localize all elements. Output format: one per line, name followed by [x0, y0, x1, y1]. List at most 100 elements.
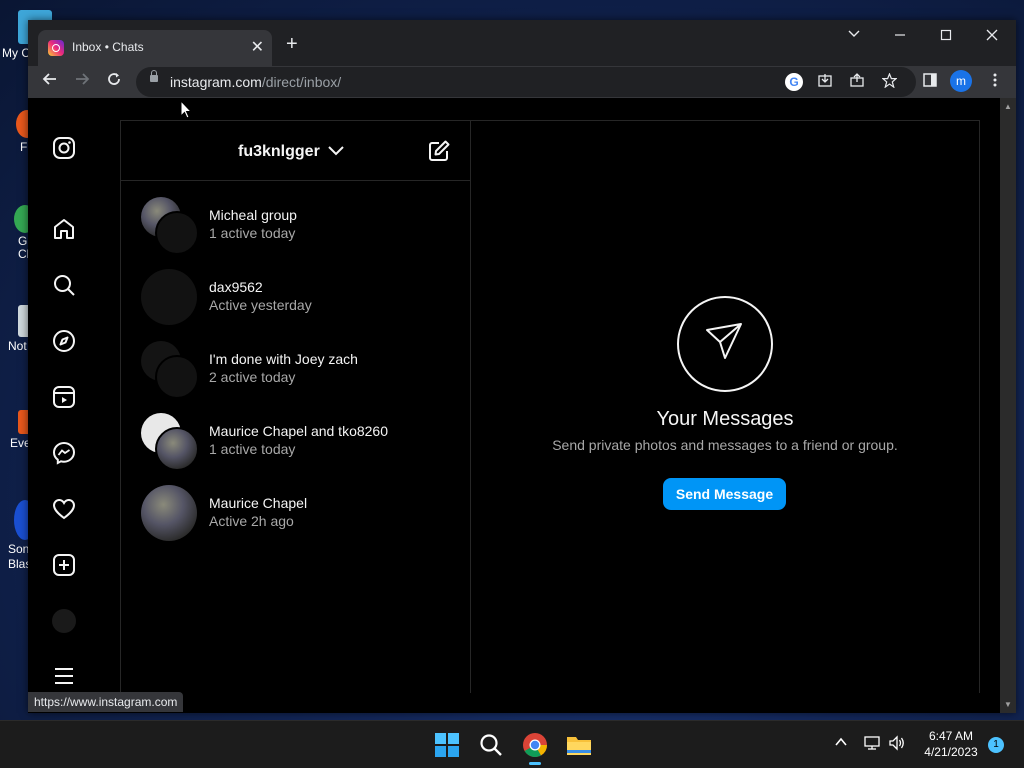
message-detail-pane: Your Messages Send private photos and me… [471, 121, 979, 693]
page-scrollbar[interactable]: ▲ ▼ [1000, 98, 1016, 713]
thread-row[interactable]: dax9562 Active yesterday [121, 253, 470, 325]
share-icon[interactable] [848, 73, 866, 91]
search-icon[interactable] [478, 732, 504, 758]
browser-toolbar: instagram.com/direct/inbox/ G m [28, 66, 1016, 98]
link-status-bar: https://www.instagram.com [28, 692, 184, 712]
empty-state-title: Your Messages [656, 408, 794, 430]
url-text: instagram.com/direct/inbox/ [170, 74, 341, 90]
thread-name: Maurice Chapel and tko8260 [209, 423, 389, 439]
send-message-button[interactable]: Send Message [663, 478, 786, 510]
new-message-compose-icon[interactable] [427, 139, 451, 168]
instagram-page: fu3knlgger Micheal group 1 active today [28, 98, 1000, 713]
thread-name: I'm done with Joey zach [209, 351, 358, 367]
address-bar[interactable]: instagram.com/direct/inbox/ G [136, 67, 916, 97]
forward-button[interactable] [70, 70, 94, 94]
start-windows-icon[interactable] [434, 732, 460, 758]
url-host: instagram.com [170, 74, 262, 90]
new-tab-button[interactable]: + [286, 34, 298, 54]
profile-avatar-icon[interactable] [52, 609, 76, 633]
scroll-down-arrow-icon[interactable]: ▼ [1004, 700, 1012, 709]
desktop-icon-label: Eve [10, 436, 31, 450]
notification-badge[interactable]: 1 [988, 737, 1004, 753]
thread-list: fu3knlgger Micheal group 1 active today [121, 121, 471, 693]
back-button[interactable] [38, 70, 62, 94]
back-arrow-icon [42, 73, 56, 85]
thread-row[interactable]: Maurice Chapel and tko8260 1 active toda… [121, 397, 470, 471]
thread-name: Maurice Chapel [209, 495, 308, 511]
search-icon[interactable] [52, 273, 76, 297]
google-lens-icon[interactable]: G [785, 73, 803, 91]
explore-compass-icon[interactable] [52, 329, 76, 353]
desktop-icon-everything[interactable]: Eve [0, 410, 34, 450]
network-icon[interactable] [864, 735, 882, 754]
maximize-button[interactable] [940, 28, 952, 44]
clock-date: 4/21/2023 [924, 745, 978, 759]
desktop-icon-notepad[interactable]: Not [0, 305, 34, 353]
desktop-icon-label: My C [2, 46, 30, 60]
side-panel-icon[interactable] [921, 73, 939, 91]
tab-title: Inbox • Chats [72, 40, 144, 54]
forward-arrow-icon [76, 73, 90, 85]
desktop-icon-sonic[interactable]: Son Blas [0, 500, 36, 572]
group-avatar [139, 195, 199, 255]
bookmark-star-icon[interactable] [880, 72, 898, 91]
install-app-icon[interactable] [816, 73, 834, 91]
messenger-icon[interactable] [52, 441, 76, 465]
group-avatar [139, 411, 199, 471]
windows-taskbar: 6:47 AM 4/21/2023 1 [0, 720, 1024, 768]
thread-status: Active yesterday [209, 297, 312, 313]
more-hamburger-icon[interactable] [52, 664, 76, 688]
thread-list-header: fu3knlgger [121, 121, 470, 181]
group-avatar [139, 339, 199, 399]
minimize-button[interactable] [894, 28, 906, 44]
more-menu-icon[interactable] [986, 73, 1004, 91]
tab-close-icon[interactable]: ✕ [251, 37, 264, 57]
close-window-button[interactable] [986, 28, 998, 44]
browser-window: Inbox • Chats ✕ + instagram.com/direct/i… [28, 20, 1016, 713]
url-path: /direct/inbox/ [261, 74, 342, 90]
tray-overflow-chevron-icon[interactable] [834, 735, 848, 752]
file-explorer-icon[interactable] [566, 732, 592, 758]
account-username[interactable]: fu3knlgger [238, 143, 320, 161]
instagram-favicon-icon [48, 40, 64, 56]
thread-status: 2 active today [209, 369, 296, 385]
home-icon[interactable] [52, 217, 76, 241]
thread-status: Active 2h ago [209, 513, 294, 529]
heart-notifications-icon[interactable] [52, 497, 76, 521]
desktop-icon-my-computer[interactable]: My C [0, 10, 52, 60]
desktop-icon-label: Not [8, 339, 27, 353]
active-app-indicator [529, 762, 541, 765]
lock-icon [150, 70, 158, 82]
tab-search-icon[interactable] [848, 26, 860, 42]
paper-plane-icon [677, 296, 773, 392]
thread-row[interactable]: Maurice Chapel Active 2h ago [121, 469, 470, 541]
thread-status: 1 active today [209, 441, 296, 457]
thread-row[interactable]: Micheal group 1 active today [121, 181, 470, 255]
avatar [139, 267, 197, 325]
empty-state-subtitle: Send private photos and messages to a fr… [552, 437, 898, 453]
reload-button[interactable] [102, 70, 126, 94]
tab-inbox[interactable]: Inbox • Chats ✕ [38, 30, 272, 66]
chrome-taskbar-icon[interactable] [522, 732, 548, 765]
chevron-down-icon[interactable] [327, 143, 345, 162]
thread-row[interactable]: I'm done with Joey zach 2 active today [121, 325, 470, 399]
scroll-up-arrow-icon[interactable]: ▲ [1004, 102, 1012, 111]
avatar [139, 483, 197, 541]
volume-icon[interactable] [888, 735, 906, 754]
desktop-icon-label: Son Blas [8, 542, 32, 571]
clock-time: 6:47 AM [928, 729, 974, 743]
create-plus-icon[interactable] [52, 553, 76, 577]
tab-strip: Inbox • Chats ✕ + [28, 20, 1016, 66]
profile-avatar[interactable]: m [950, 70, 972, 92]
thread-status: 1 active today [209, 225, 296, 241]
reels-icon[interactable] [52, 385, 76, 409]
desktop-icon-firefox[interactable]: F [0, 110, 38, 154]
desktop-icon-chrome[interactable]: G Ch [0, 205, 36, 261]
system-clock[interactable]: 6:47 AM 4/21/2023 [918, 729, 984, 759]
reload-icon [108, 73, 120, 85]
instagram-logo-icon[interactable] [52, 136, 76, 160]
thread-name: Micheal group [209, 207, 297, 223]
instagram-sidebar [28, 98, 100, 713]
inbox-panel: fu3knlgger Micheal group 1 active today [120, 120, 980, 693]
thread-name: dax9562 [209, 279, 263, 295]
